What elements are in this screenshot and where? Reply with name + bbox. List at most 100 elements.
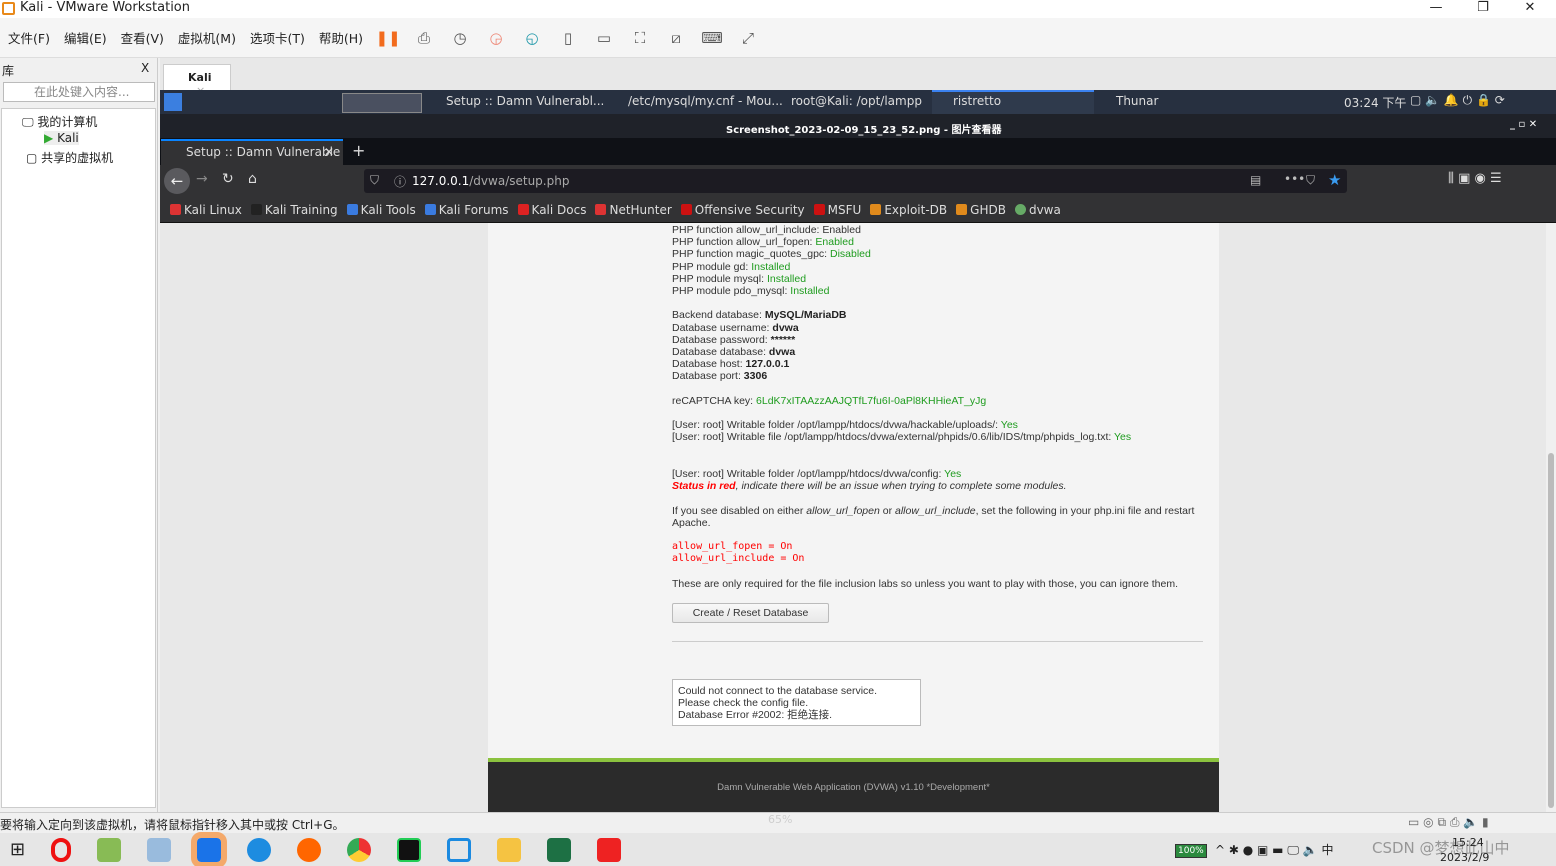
tree-item-shared-vms[interactable]: ▢ 共享的虚拟机 (26, 149, 113, 166)
bookmark-msfu[interactable]: MSFU (813, 202, 862, 217)
bookmark-kali-linux[interactable]: Kali Linux (170, 203, 242, 217)
bookmark-label: Kali Forums (438, 202, 509, 217)
snapshot-icon[interactable]: ◷ (449, 27, 471, 49)
reload-button[interactable]: ↻ (222, 171, 234, 187)
tray-icons[interactable]: ▢ 🔈 🔔 ⏻ 🔒 ⟳ (1410, 93, 1505, 108)
taskbar-time[interactable]: 15:24 (1452, 836, 1484, 849)
bookmark-dvwa[interactable]: dvwa (1014, 203, 1061, 217)
excel-icon[interactable] (547, 837, 572, 862)
notepad-icon[interactable] (147, 837, 172, 862)
reader-mode-icon[interactable]: ▤ (1250, 173, 1261, 187)
chrome-icon[interactable] (347, 837, 372, 862)
library-close-button[interactable]: X (141, 61, 149, 75)
kali-menu-icon[interactable] (164, 93, 182, 111)
close-button[interactable]: ✕ (1510, 0, 1550, 15)
bookmark-exploit-db[interactable]: Exploit-DB (870, 203, 947, 217)
library-search-input[interactable]: 在此处键入内容... (3, 82, 155, 102)
back-button[interactable]: ← (164, 168, 190, 194)
url-host: 127.0.0.1 (412, 174, 470, 188)
pinned-app-icon[interactable] (191, 831, 228, 866)
home-button[interactable]: ⌂ (248, 171, 257, 187)
db-line: Backend database: MySQL/MariaDB (672, 309, 847, 322)
task-ristretto[interactable]: ristretto (932, 90, 1094, 114)
menu-edit[interactable]: 编辑(E) (64, 28, 107, 47)
bookmark-kali-docs[interactable]: Kali Docs (517, 202, 587, 217)
tree-item-kali[interactable]: ▶ Kali (44, 131, 79, 145)
library-toolbar-icons[interactable]: ⫼ ▣ ◉ ☰ (1448, 171, 1502, 186)
file-explorer-icon[interactable] (497, 837, 522, 862)
task-terminal[interactable]: root@Kali: /opt/lampp (791, 94, 922, 108)
info-icon[interactable]: ⓘ (394, 173, 406, 190)
bookmark-label: Kali Docs (531, 202, 587, 217)
ristretto-window-controls[interactable]: _ ▫ ✕ (1510, 119, 1537, 130)
battery-indicator[interactable]: 100% (1175, 844, 1207, 858)
pycharm-icon[interactable] (397, 837, 422, 862)
task-mousepad[interactable]: /etc/mysql/my.cnf - Mou... (628, 94, 783, 108)
bookmark-nethunter[interactable]: NetHunter (595, 202, 672, 217)
stretch-icon[interactable]: ⤢ (737, 27, 759, 49)
vm-scrollbar[interactable] (1546, 223, 1556, 812)
task-firefox[interactable]: Setup :: Damn Vulnerabl... (446, 94, 604, 108)
url-bar[interactable]: ⛉ ⓘ 127.0.0.1/dvwa/setup.php ▤ ••• ⛉ ★ (364, 169, 1347, 193)
app-icon[interactable] (97, 837, 122, 862)
vm-tab-kali[interactable]: Kali × (163, 64, 231, 97)
thumbnail-icon[interactable]: ▭ (593, 27, 615, 49)
menu-help[interactable]: 帮助(H) (319, 28, 363, 47)
scrollbar-thumb[interactable] (1548, 453, 1554, 808)
bookmark-label: MSFU (827, 202, 862, 217)
bookmark-kali-tools[interactable]: Kali Tools (346, 202, 416, 217)
bookmark-label: Kali Tools (360, 202, 416, 217)
windows-start-icon[interactable]: ⊞ (10, 839, 25, 860)
vm-tab-strip (160, 58, 1556, 90)
bookmark-star-icon[interactable]: ★ (1328, 171, 1341, 189)
page-actions-icon[interactable]: ••• (1284, 172, 1305, 186)
unity-icon[interactable]: ⧄ (665, 27, 687, 49)
db-line: Database port: 3306 (672, 370, 768, 383)
minimize-button[interactable]: — (1416, 0, 1456, 15)
forward-button[interactable]: → (196, 171, 208, 187)
tray-icons[interactable]: ^ ✱ ● ▣ ▬ 🖵 🔈 中 (1215, 841, 1333, 858)
opera-icon[interactable] (51, 837, 72, 862)
pocket-icon[interactable]: ⛉ (1306, 173, 1315, 188)
bookmark-offensive-security[interactable]: Offensive Security (680, 203, 805, 217)
taskbar-date[interactable]: 2023/2/9 (1440, 851, 1489, 864)
clock[interactable]: 03:24 下午 (1344, 94, 1406, 111)
pause-icon[interactable]: ❚❚ (375, 27, 400, 49)
revert-snapshot-icon[interactable]: ◶ (485, 27, 507, 49)
tab-close-icon[interactable]: ✕ (324, 145, 334, 159)
library-panel: 库 X 在此处键入内容... 🖵 我的计算机 ▶ Kali ▢ 共享的虚拟机 (0, 58, 158, 812)
send-keys-icon[interactable]: ⎙ (413, 27, 435, 49)
task-label: ristretto (953, 94, 1002, 108)
snapshot-manager-icon[interactable]: ◵ (521, 27, 543, 49)
bookmark-icon (250, 204, 262, 215)
menu-tabs[interactable]: 选项卡(T) (250, 28, 305, 47)
menu-file[interactable]: 文件(F) (8, 28, 50, 47)
bookmark-icon (424, 204, 436, 215)
bookmark-ghdb[interactable]: GHDB (956, 203, 1006, 217)
vmware-icon[interactable] (447, 837, 472, 862)
bookmark-label: NetHunter (609, 202, 672, 217)
bookmark-icon (595, 204, 607, 215)
menu-vm[interactable]: 虚拟机(M) (178, 28, 236, 47)
shield-icon[interactable]: ⛉ (370, 173, 379, 188)
bookmark-kali-forums[interactable]: Kali Forums (424, 202, 509, 217)
device-icons[interactable]: ▭ ◎ ⧉ ⎙ 🔈 ▮ (1408, 815, 1489, 830)
firefox-icon[interactable] (297, 837, 322, 862)
inclusion-note: These are only required for the file inc… (672, 577, 1179, 590)
youdao-icon[interactable] (597, 837, 622, 862)
maximize-button[interactable]: ❐ (1463, 0, 1503, 15)
fullscreen-icon[interactable]: ⛶ (629, 27, 651, 49)
edge-icon[interactable] (247, 837, 272, 862)
new-tab-button[interactable]: + (352, 141, 365, 160)
task-thunar[interactable]: Thunar (1116, 94, 1158, 108)
firefox-tab-setup[interactable]: Setup :: Damn Vulnerable ✕ (161, 139, 343, 165)
cut-off-line: PHP function allow_url_include: Enabled (672, 224, 861, 236)
tree-item-my-computer[interactable]: 🖵 我的计算机 (22, 113, 97, 130)
console-icon[interactable]: ⌨ (701, 27, 723, 49)
workspace-switcher[interactable] (342, 93, 422, 113)
menu-view[interactable]: 查看(V) (121, 28, 164, 47)
show-library-icon[interactable]: ▯ (557, 27, 579, 49)
bookmark-kali-training[interactable]: Kali Training (250, 203, 338, 217)
create-reset-database-button[interactable]: Create / Reset Database (672, 603, 829, 623)
error-line: Database Error #2002: 拒绝连接. (678, 709, 833, 722)
